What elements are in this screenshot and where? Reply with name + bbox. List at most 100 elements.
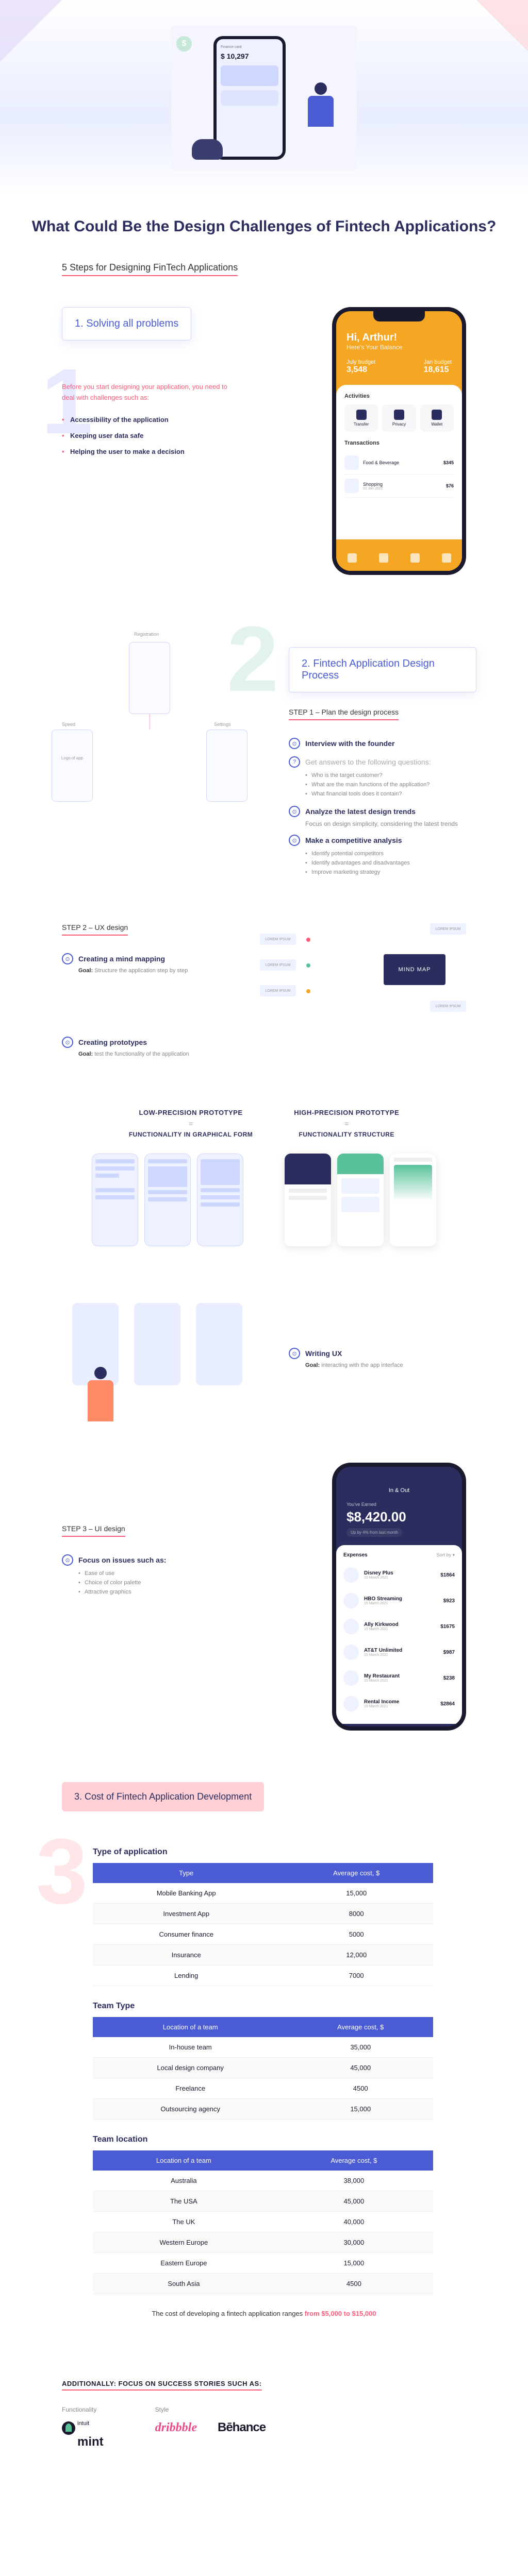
expense-value: $2864 xyxy=(440,1701,455,1707)
mindmap-diagram: MIND MAP LOREM IPSUM LOREM IPSUM LOREM I… xyxy=(260,923,466,1016)
section1-intro: Before you start designing your applicat… xyxy=(62,382,237,403)
table-row: Investment App8000 xyxy=(93,1904,433,1924)
qa-item: What financial tools does it contain? xyxy=(305,789,476,799)
table-cell: 45,000 xyxy=(275,2191,433,2212)
table-row: Western Europe30,000 xyxy=(93,2232,433,2253)
table-cell: Western Europe xyxy=(93,2232,275,2253)
bell-icon xyxy=(410,553,420,563)
earned-note: Up by 4% from last month xyxy=(346,1528,402,1537)
step2-label: STEP 2 – UX design xyxy=(62,923,128,936)
step-item-title: Make a competitive analysis xyxy=(305,836,402,844)
activity-card: Wallet xyxy=(420,404,454,432)
hero-section: Finance card $ 10,297 $ xyxy=(0,0,528,196)
section2-heading: 2. Fintech Application Design Process xyxy=(289,647,476,692)
focus-item: Choice of color palette xyxy=(78,1578,301,1587)
wf-label: Speed xyxy=(62,722,75,727)
table-row: In-house team35,000 xyxy=(93,2037,433,2058)
table-cell: 4500 xyxy=(288,2078,433,2099)
target-icon: ⊙ xyxy=(62,953,73,964)
loc-subhead: Team location xyxy=(93,2135,466,2144)
ux-writing-section: ⊙ Writing UX Goal: interacting with the … xyxy=(0,1267,528,1442)
balance-value: 3,548 xyxy=(346,365,375,375)
goal-label: Goal: xyxy=(78,968,93,974)
table-cell: Local design company xyxy=(93,2058,288,2078)
table-cell: Australia xyxy=(93,2171,275,2191)
chart-icon xyxy=(379,553,388,563)
home-icon xyxy=(348,553,357,563)
expense-name: Disney Plus15 March 2021 xyxy=(364,1570,435,1580)
mint-logo: intuitmint xyxy=(62,2420,104,2449)
table-cell: Mobile Banking App xyxy=(93,1883,279,1904)
table-cell: Eastern Europe xyxy=(93,2253,275,2274)
low-proto-heading: LOW-PRECISION PROTOTYPE xyxy=(129,1109,253,1116)
wireframe-illustration: Registration Speed Logo of app Settings xyxy=(52,626,268,812)
expense-icon xyxy=(343,1619,359,1634)
table-cell: Insurance xyxy=(93,1945,279,1965)
table-cell: 4500 xyxy=(275,2274,433,2294)
table-cell: Investment App xyxy=(93,1904,279,1924)
expense-row: Rental Income15 March 2021 $2864 xyxy=(343,1691,455,1717)
target-icon: ⊙ xyxy=(62,1554,73,1566)
shopping-icon xyxy=(344,479,359,493)
decor-triangle-pink xyxy=(476,0,528,52)
table-cell: 45,000 xyxy=(288,2058,433,2078)
transaction-name: Food & Beverage xyxy=(363,460,439,465)
focus-title: Focus on issues such as: xyxy=(78,1556,166,1564)
target-icon: ⊙ xyxy=(62,1037,73,1048)
hifi-mockups xyxy=(285,1154,436,1246)
table-row: Freelance4500 xyxy=(93,2078,433,2099)
bullet-item: Helping the user to make a decision xyxy=(62,444,311,460)
table-cell: 15,000 xyxy=(288,2099,433,2120)
privacy-icon xyxy=(394,410,404,420)
expense-name: My Restaurant15 March 2021 xyxy=(364,1673,438,1683)
table-cell: 30,000 xyxy=(275,2232,433,2253)
bullet-item: Keeping user data safe xyxy=(62,428,311,444)
table-row: Eastern Europe15,000 xyxy=(93,2253,433,2274)
section-1: 1 1. Solving all problems Before you sta… xyxy=(0,286,528,596)
transaction-amount: $345 xyxy=(443,460,454,465)
expense-value: $987 xyxy=(443,1650,455,1655)
target-icon: ⊙ xyxy=(289,806,300,817)
table-cell: Lending xyxy=(93,1965,279,1986)
th: Location of a team xyxy=(93,2150,275,2171)
table-cell: 15,000 xyxy=(279,1883,433,1904)
th: Average cost, $ xyxy=(288,2017,433,2037)
expense-value: $923 xyxy=(443,1598,455,1604)
mind-mapping-title: Creating a mind mapping xyxy=(78,955,165,963)
table-row: The UK40,000 xyxy=(93,2212,433,2232)
balance-label: Jan budget xyxy=(424,359,452,365)
goal-text: test the functionality of the applicatio… xyxy=(94,1051,189,1057)
step-item-title: Analyze the latest design trends xyxy=(305,807,416,816)
decor-triangle-purple xyxy=(0,0,62,62)
step3-label: STEP 3 – UI design xyxy=(62,1524,125,1537)
transaction-row: Food & Beverage $345 xyxy=(344,451,454,474)
table-cell: 12,000 xyxy=(279,1945,433,1965)
page-title: What Could Be the Design Challenges of F… xyxy=(10,216,518,236)
bullet-item: Accessibility of the application xyxy=(62,412,311,428)
table-cell: 5000 xyxy=(279,1924,433,1945)
mint-leaf-icon xyxy=(62,2421,75,2435)
hero-illustration: Finance card $ 10,297 $ xyxy=(171,26,357,170)
type-subhead: Type of application xyxy=(93,1848,466,1857)
equals-sign: = xyxy=(129,1120,253,1128)
food-icon xyxy=(344,455,359,470)
table-row: South Asia4500 xyxy=(93,2274,433,2294)
expense-icon xyxy=(343,1645,359,1660)
qa-item: Identify potential competitors xyxy=(305,849,476,858)
target-icon: ⊙ xyxy=(289,835,300,846)
transaction-date: 02 Jan 2022 xyxy=(363,487,442,490)
orange-phone-mockup: Hi, Arthur! Here's Your Balance July bud… xyxy=(332,307,466,575)
greeting-text: Hi, Arthur! xyxy=(346,332,452,344)
table-cell: Consumer finance xyxy=(93,1924,279,1945)
expense-name: Rental Income15 March 2021 xyxy=(364,1699,435,1708)
mindmap-center: MIND MAP xyxy=(384,954,446,985)
goal-text: Structure the application step by step xyxy=(94,968,188,974)
piggy-bank-icon xyxy=(192,139,223,160)
table-row: The USA45,000 xyxy=(93,2191,433,2212)
goal-text: interacting with the app interface xyxy=(321,1362,403,1368)
th: Type xyxy=(93,1863,279,1883)
bottom-nav xyxy=(336,545,462,571)
table-cell: 40,000 xyxy=(275,2212,433,2232)
team-subhead: Team Type xyxy=(93,2002,466,2011)
activity-card: Transfer xyxy=(344,404,378,432)
